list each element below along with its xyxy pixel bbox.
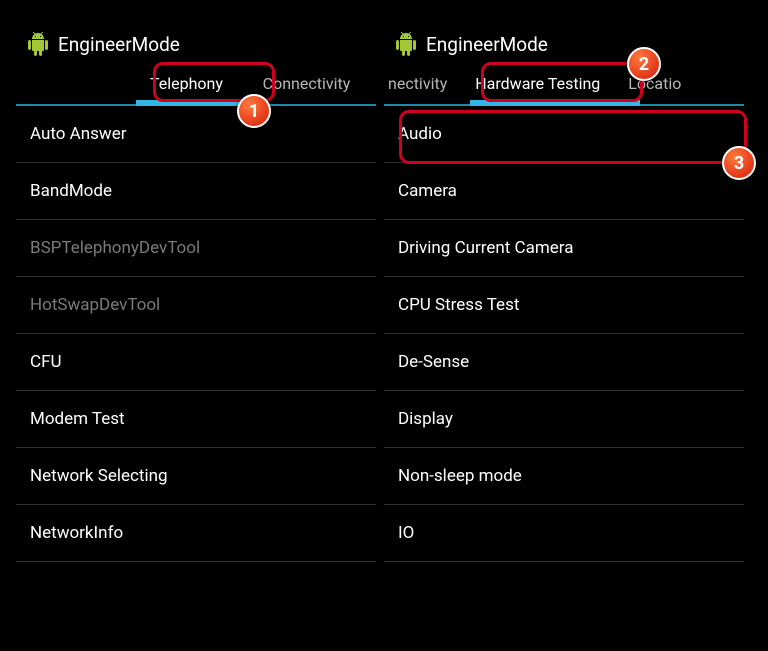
app-header: EngineerMode	[384, 24, 744, 62]
tab-active-indicator	[136, 100, 256, 106]
list-item[interactable]: NetworkInfo	[16, 505, 376, 562]
list-item[interactable]: Modem Test	[16, 391, 376, 448]
app-title: EngineerMode	[58, 33, 180, 56]
list-item[interactable]: Non-sleep mode	[384, 448, 744, 505]
phone-screen-right: EngineerMode nectivity Hardware Testing …	[384, 24, 744, 562]
app-title: EngineerMode	[426, 33, 548, 56]
list-item[interactable]: Driving Current Camera	[384, 220, 744, 277]
list-item[interactable]: IO	[384, 505, 744, 562]
tab-label: nectivity	[388, 74, 447, 93]
list-item[interactable]: Auto Answer	[16, 106, 376, 163]
tab-active-indicator	[470, 100, 640, 106]
list-item[interactable]: Camera	[384, 163, 744, 220]
tab-connectivity[interactable]: Connectivity	[237, 62, 376, 104]
tab-bar: nectivity Hardware Testing Locatio	[384, 62, 744, 106]
tab-label: Connectivity	[263, 74, 351, 93]
app-header: EngineerMode	[16, 24, 376, 62]
list-item[interactable]: CFU	[16, 334, 376, 391]
menu-list[interactable]: AudioCameraDriving Current CameraCPU Str…	[384, 106, 744, 562]
list-item[interactable]: De-Sense	[384, 334, 744, 391]
tab-label: Locatio	[628, 74, 681, 93]
list-item[interactable]: Display	[384, 391, 744, 448]
menu-list[interactable]: Auto AnswerBandModeBSPTelephonyDevToolHo…	[16, 106, 376, 562]
list-item[interactable]: BSPTelephonyDevTool	[16, 220, 376, 277]
tab-telephony[interactable]: Telephony	[136, 62, 237, 104]
list-item[interactable]: Audio	[384, 106, 744, 163]
list-item[interactable]: CPU Stress Test	[384, 277, 744, 334]
tab-label: Hardware Testing	[475, 74, 600, 93]
tab-label: Telephony	[150, 74, 223, 93]
tab-bar: Telephony Connectivity	[16, 62, 376, 106]
list-item[interactable]: BandMode	[16, 163, 376, 220]
list-item[interactable]: HotSwapDevTool	[16, 277, 376, 334]
android-icon	[394, 32, 418, 56]
phone-screen-left: EngineerMode Telephony Connectivity Auto…	[16, 24, 376, 562]
tab-location-partial[interactable]: Locatio	[614, 62, 685, 104]
list-item[interactable]: Network Selecting	[16, 448, 376, 505]
android-icon	[26, 32, 50, 56]
tab-hardware-testing[interactable]: Hardware Testing	[461, 62, 614, 104]
tab-connectivity-partial[interactable]: nectivity	[384, 62, 461, 104]
